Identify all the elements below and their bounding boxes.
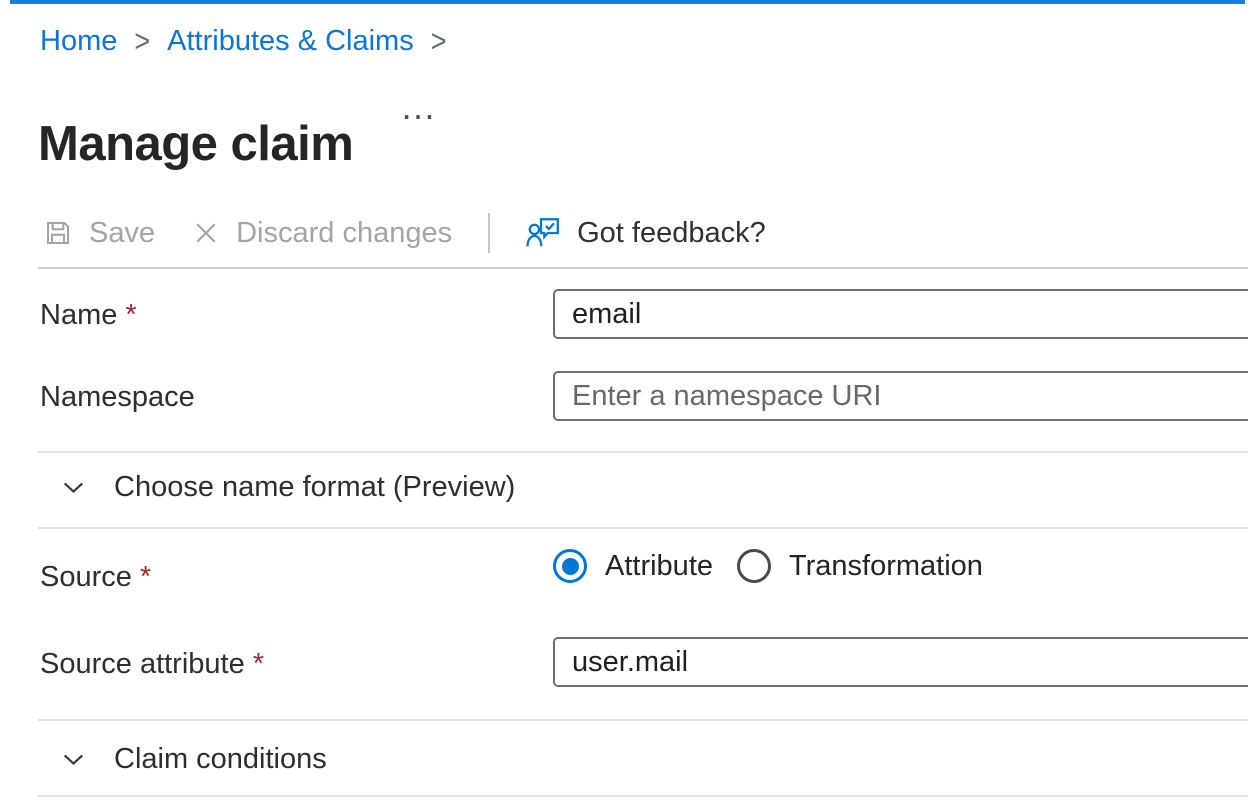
section-divider <box>38 795 1248 797</box>
save-button[interactable]: Save <box>42 217 155 250</box>
breadcrumb: Home > Attributes & Claims > <box>40 25 464 57</box>
chevron-down-icon <box>60 474 87 501</box>
radio-selected-icon <box>553 549 587 583</box>
namespace-field-label: Namespace <box>40 381 195 414</box>
toolbar-separator <box>488 213 490 253</box>
source-field-label: Source* <box>40 561 151 594</box>
claim-conditions-section-label: Claim conditions <box>114 743 327 776</box>
section-divider <box>38 719 1248 721</box>
name-input[interactable] <box>553 289 1248 339</box>
discard-changes-label: Discard changes <box>236 217 452 250</box>
source-radio-transformation-label: Transformation <box>789 550 983 583</box>
source-radio-group: Attribute Transformation <box>553 549 983 583</box>
name-field-label: Name* <box>40 299 137 332</box>
section-divider <box>38 451 1248 453</box>
save-button-label: Save <box>89 217 155 250</box>
name-label-text: Name <box>40 299 117 331</box>
source-radio-attribute[interactable]: Attribute <box>553 549 713 583</box>
toolbar-divider <box>38 267 1248 269</box>
breadcrumb-separator-icon: > <box>431 23 447 60</box>
claim-conditions-section-toggle[interactable]: Claim conditions <box>60 743 327 776</box>
dismiss-icon <box>191 218 221 248</box>
namespace-label-text: Namespace <box>40 381 195 413</box>
discard-changes-button[interactable]: Discard changes <box>191 217 452 250</box>
required-asterisk: * <box>253 648 264 680</box>
source-attribute-label-text: Source attribute <box>40 648 245 680</box>
source-radio-transformation[interactable]: Transformation <box>737 549 983 583</box>
panel-top-accent-border <box>10 0 1245 4</box>
breadcrumb-link-attributes-claims[interactable]: Attributes & Claims <box>167 25 414 57</box>
choose-name-format-section-toggle[interactable]: Choose name format (Preview) <box>60 471 515 504</box>
chevron-down-icon <box>60 746 87 773</box>
choose-name-format-section-label: Choose name format (Preview) <box>114 471 515 504</box>
command-bar: Save Discard changes Got feedback? <box>42 206 766 260</box>
feedback-person-icon <box>526 215 562 251</box>
got-feedback-label: Got feedback? <box>577 217 766 250</box>
source-attribute-field-label: Source attribute* <box>40 648 264 681</box>
got-feedback-button[interactable]: Got feedback? <box>526 215 766 251</box>
save-icon <box>42 217 74 249</box>
page-title: Manage claim <box>38 116 353 172</box>
source-attribute-input[interactable] <box>553 637 1248 687</box>
breadcrumb-link-home[interactable]: Home <box>40 25 117 57</box>
radio-unselected-icon <box>737 549 771 583</box>
source-radio-attribute-label: Attribute <box>605 550 713 583</box>
more-options-icon[interactable]: … <box>400 86 439 128</box>
required-asterisk: * <box>125 299 136 331</box>
source-label-text: Source <box>40 561 132 593</box>
breadcrumb-separator-icon: > <box>134 23 150 60</box>
section-divider <box>38 527 1248 529</box>
required-asterisk: * <box>140 561 151 593</box>
namespace-input[interactable] <box>553 371 1248 421</box>
